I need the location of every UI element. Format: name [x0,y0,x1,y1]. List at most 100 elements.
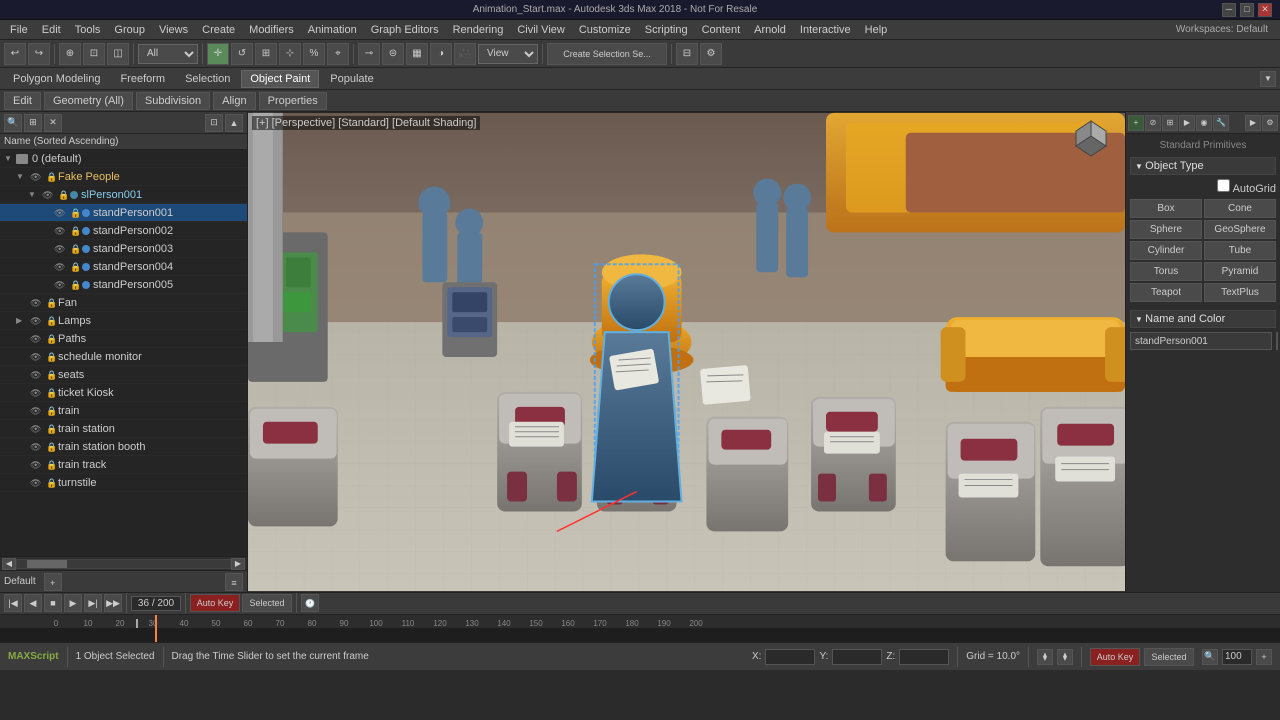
viewport-3d[interactable]: [+] [Perspective] [Standard] [Default Sh… [248,112,1125,592]
scene-options-button[interactable]: ⊡ [205,114,223,132]
align-button-sub[interactable]: Align [213,92,255,110]
ribbon-expand-button[interactable]: ▼ [1260,71,1276,87]
scene-item-fake-people[interactable]: ▼ 👁 🔒 Fake People [0,168,247,186]
play-button[interactable]: ▶ [64,594,82,612]
subdivision-button[interactable]: Subdivision [136,92,210,110]
menu-civil-view[interactable]: Civil View [511,22,570,38]
scene-close-button[interactable]: ✕ [44,114,62,132]
render-setup-button[interactable]: 🎥 [454,43,476,65]
key-mode-button[interactable]: Auto Key [190,594,240,612]
ribbon-toggle-button[interactable]: ⊟ [676,43,698,65]
menu-arnold[interactable]: Arnold [748,22,792,38]
right-settings-button[interactable]: ⚙ [1262,115,1278,131]
scene-item-standperson003[interactable]: 👁 🔒 standPerson003 [0,240,247,258]
zoom-in-button[interactable]: + [1256,649,1272,665]
select-move-button[interactable]: ✛ [207,43,229,65]
tab-object-paint[interactable]: Object Paint [241,70,319,88]
name-color-section[interactable]: Name and Color [1130,310,1276,328]
menu-create[interactable]: Create [196,22,241,38]
menu-scripting[interactable]: Scripting [639,22,694,38]
scene-item-standperson001[interactable]: 👁 🔒 standPerson001 [0,204,247,222]
named-selection-dropdown[interactable]: All [138,44,198,64]
menu-tools[interactable]: Tools [69,22,107,38]
plane-button[interactable]: TextPlus [1204,283,1276,302]
window-cross-button[interactable]: ◫ [107,43,129,65]
cone-button[interactable]: Cone [1204,199,1276,218]
menu-interactive[interactable]: Interactive [794,22,857,38]
menu-views[interactable]: Views [153,22,194,38]
torus-button[interactable]: Torus [1130,262,1202,281]
play-back-button[interactable]: |◀ [4,594,22,612]
scene-item-seats[interactable]: 👁 🔒 seats [0,366,247,384]
timeline-track[interactable]: 0 10 20 30 40 50 60 70 80 90 100 110 120… [0,615,1280,642]
object-color-button[interactable] [1276,332,1278,350]
zoom-input[interactable] [1222,649,1252,665]
set-key-mode-button[interactable]: ⧫ [1057,649,1073,665]
scene-item-schedule-monitor[interactable]: 👁 🔒 schedule monitor [0,348,247,366]
scene-expand-button[interactable]: ▲ [225,114,243,132]
scene-item-root[interactable]: ▼ 0 (default) [0,150,247,168]
select-rotate-button[interactable]: ↺ [231,43,253,65]
modify-tab-button[interactable]: ⊘ [1145,115,1161,131]
tab-populate[interactable]: Populate [321,70,382,88]
geosphere-button[interactable]: GeoSphere [1204,220,1276,239]
z-input[interactable] [899,649,949,665]
object-type-section[interactable]: Object Type [1130,157,1276,175]
timeline-playhead[interactable] [155,615,157,642]
add-key-button[interactable]: ⧫ [1037,649,1053,665]
scroll-right-button[interactable]: ▶ [231,558,245,570]
scene-item-train-station[interactable]: 👁 🔒 train station [0,420,247,438]
display-tab-button[interactable]: ◉ [1196,115,1212,131]
pyramid-button[interactable]: Pyramid [1204,262,1276,281]
menu-graph-editors[interactable]: Graph Editors [365,22,445,38]
align-button[interactable]: ⊜ [382,43,404,65]
teapot-button[interactable]: Teapot [1130,283,1202,302]
stop-button[interactable]: ■ [44,594,62,612]
scene-search-button[interactable]: 🔍 [4,114,22,132]
mirror-button[interactable]: ⊸ [358,43,380,65]
scene-item-fan[interactable]: 👁 🔒 Fan [0,294,247,312]
scene-item-slperson001[interactable]: ▼ 👁 🔒 slPerson001 [0,186,247,204]
scene-item-train-station-booth[interactable]: 👁 🔒 train station booth [0,438,247,456]
set-key-button[interactable]: Selected [242,594,292,612]
geometry-all-button[interactable]: Geometry (All) [44,92,133,110]
menu-help[interactable]: Help [859,22,894,38]
scene-scrollbar[interactable]: ◀ ▶ [0,556,247,570]
tab-polygon-modeling[interactable]: Polygon Modeling [4,70,109,88]
prev-frame-button[interactable]: ◀ [24,594,42,612]
menu-rendering[interactable]: Rendering [447,22,510,38]
box-button[interactable]: Box [1130,199,1202,218]
close-button[interactable]: ✕ [1258,3,1272,17]
right-expand-button[interactable]: ▶ [1245,115,1261,131]
scene-item-paths[interactable]: 👁 🔒 Paths [0,330,247,348]
menu-edit[interactable]: Edit [36,22,67,38]
motion-tab-button[interactable]: ▶ [1179,115,1195,131]
select-region-button[interactable]: ⊡ [83,43,105,65]
scroll-left-button[interactable]: ◀ [2,558,16,570]
time-config-button[interactable]: 🕐 [301,594,319,612]
create-selection-set-button[interactable]: Create Selection Se... [547,43,667,65]
scene-filter-button[interactable]: ⊞ [24,114,42,132]
tab-freeform[interactable]: Freeform [111,70,174,88]
sphere-button[interactable]: Sphere [1130,220,1202,239]
scene-item-standperson002[interactable]: 👁 🔒 standPerson002 [0,222,247,240]
menu-customize[interactable]: Customize [573,22,637,38]
zoom-out-button[interactable]: 🔍 [1202,649,1218,665]
select-manipulate-button[interactable]: ⊹ [279,43,301,65]
tube-button[interactable]: Tube [1204,241,1276,260]
minimize-button[interactable]: ─ [1222,3,1236,17]
scene-item-lamps[interactable]: ▶ 👁 🔒 Lamps [0,312,247,330]
menu-content[interactable]: Content [696,22,747,38]
layer-manager-button[interactable]: ▦ [406,43,428,65]
hierarchy-tab-button[interactable]: ⊞ [1162,115,1178,131]
scroll-thumb[interactable] [27,560,67,568]
settings-button[interactable]: ⚙ [700,43,722,65]
scene-item-standperson005[interactable]: 👁 🔒 standPerson005 [0,276,247,294]
cylinder-button[interactable]: Cylinder [1130,241,1202,260]
object-name-input[interactable] [1130,332,1272,350]
x-input[interactable] [765,649,815,665]
menu-file[interactable]: File [4,22,34,38]
current-frame-display[interactable]: 36 / 200 [131,596,181,611]
scene-item-ticket-kiosk[interactable]: 👁 🔒 ticket Kiosk [0,384,247,402]
menu-animation[interactable]: Animation [302,22,363,38]
